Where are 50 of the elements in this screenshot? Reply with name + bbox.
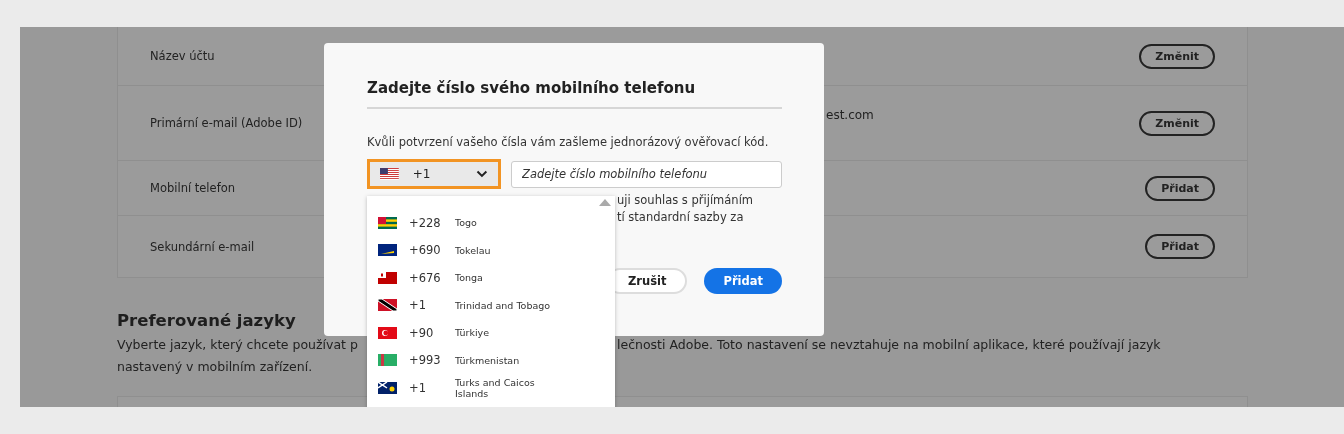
- field-label: Sekundární e-mail: [150, 239, 255, 254]
- section-heading: Preferované jazyky: [117, 311, 297, 330]
- row-action-button[interactable]: Přidat: [1145, 175, 1215, 201]
- country-code: +690: [409, 243, 442, 258]
- phone-input-field[interactable]: Zadejte číslo mobilního telefonu: [511, 160, 782, 188]
- flag-icon: [378, 381, 397, 394]
- row-action-button[interactable]: Změnit: [1139, 43, 1215, 69]
- field-label: Mobilní telefon: [150, 181, 235, 195]
- country-option[interactable]: +1 Trinidad and Tobago: [367, 291, 615, 319]
- consent-text: uji souhlas s přijímáním: [617, 192, 755, 209]
- country-option[interactable]: +690 Tokelau: [367, 236, 615, 264]
- country-code: +90: [409, 325, 435, 340]
- country-name: Trinidad and Tobago: [455, 299, 552, 311]
- country-code: +1: [409, 380, 427, 395]
- consent-text: tí standardní sazby za: [617, 209, 745, 226]
- country-code-select[interactable]: +1: [367, 159, 501, 189]
- dialog-title: Zadejte číslo svého mobilního telefonu: [367, 79, 782, 109]
- country-option[interactable]: +90 Türkiye: [367, 319, 615, 347]
- flag-icon: [378, 271, 397, 284]
- description-text: lečnosti Adobe. Toto nastavení se nevztahuje na mobilní aplikace, které používají jazyk: [617, 336, 1161, 354]
- flag-icon: [378, 299, 397, 312]
- field-label: Název účtu: [150, 49, 215, 63]
- chevron-down-icon: [476, 170, 488, 178]
- flag-icon: [378, 354, 397, 367]
- country-name: Türkiye: [455, 327, 491, 339]
- add-button[interactable]: Přidat: [704, 268, 782, 294]
- description-text: nastavený v mobilním zařízení.: [117, 358, 313, 376]
- country-code: +993: [409, 353, 442, 368]
- country-name: Togo: [455, 217, 478, 229]
- flag-icon: [378, 216, 397, 229]
- description-text: Vyberte jazyk, který chcete používat p: [117, 336, 358, 354]
- field-value: est.com: [826, 108, 874, 122]
- country-option[interactable]: +1 Turks and Caicos Islands: [367, 374, 615, 402]
- country-name: Türkmenistan: [455, 354, 521, 366]
- country-option[interactable]: +993 Türkmenistan: [367, 346, 615, 374]
- country-name: Turks and Caicos Islands: [455, 376, 536, 399]
- row-action-button[interactable]: Přidat: [1145, 234, 1215, 259]
- field-label: Primární e-mail (Adobe ID): [150, 116, 303, 130]
- country-name: Tokelau: [455, 244, 492, 256]
- country-option[interactable]: +228 Togo: [367, 209, 615, 237]
- scroll-up-icon[interactable]: [599, 199, 611, 206]
- country-name: Tonga: [455, 272, 484, 284]
- country-code: +1: [409, 298, 427, 313]
- row-action-button[interactable]: Změnit: [1139, 110, 1215, 136]
- dialog-description: Kvůli potvrzení vašeho čísla vám zašleme jednorázový ověřovací kód.: [367, 135, 770, 149]
- country-code: +228: [409, 215, 442, 230]
- flag-icon: [380, 168, 399, 180]
- flag-icon: [378, 326, 397, 339]
- country-code: +676: [409, 270, 442, 285]
- flag-icon: [378, 244, 397, 257]
